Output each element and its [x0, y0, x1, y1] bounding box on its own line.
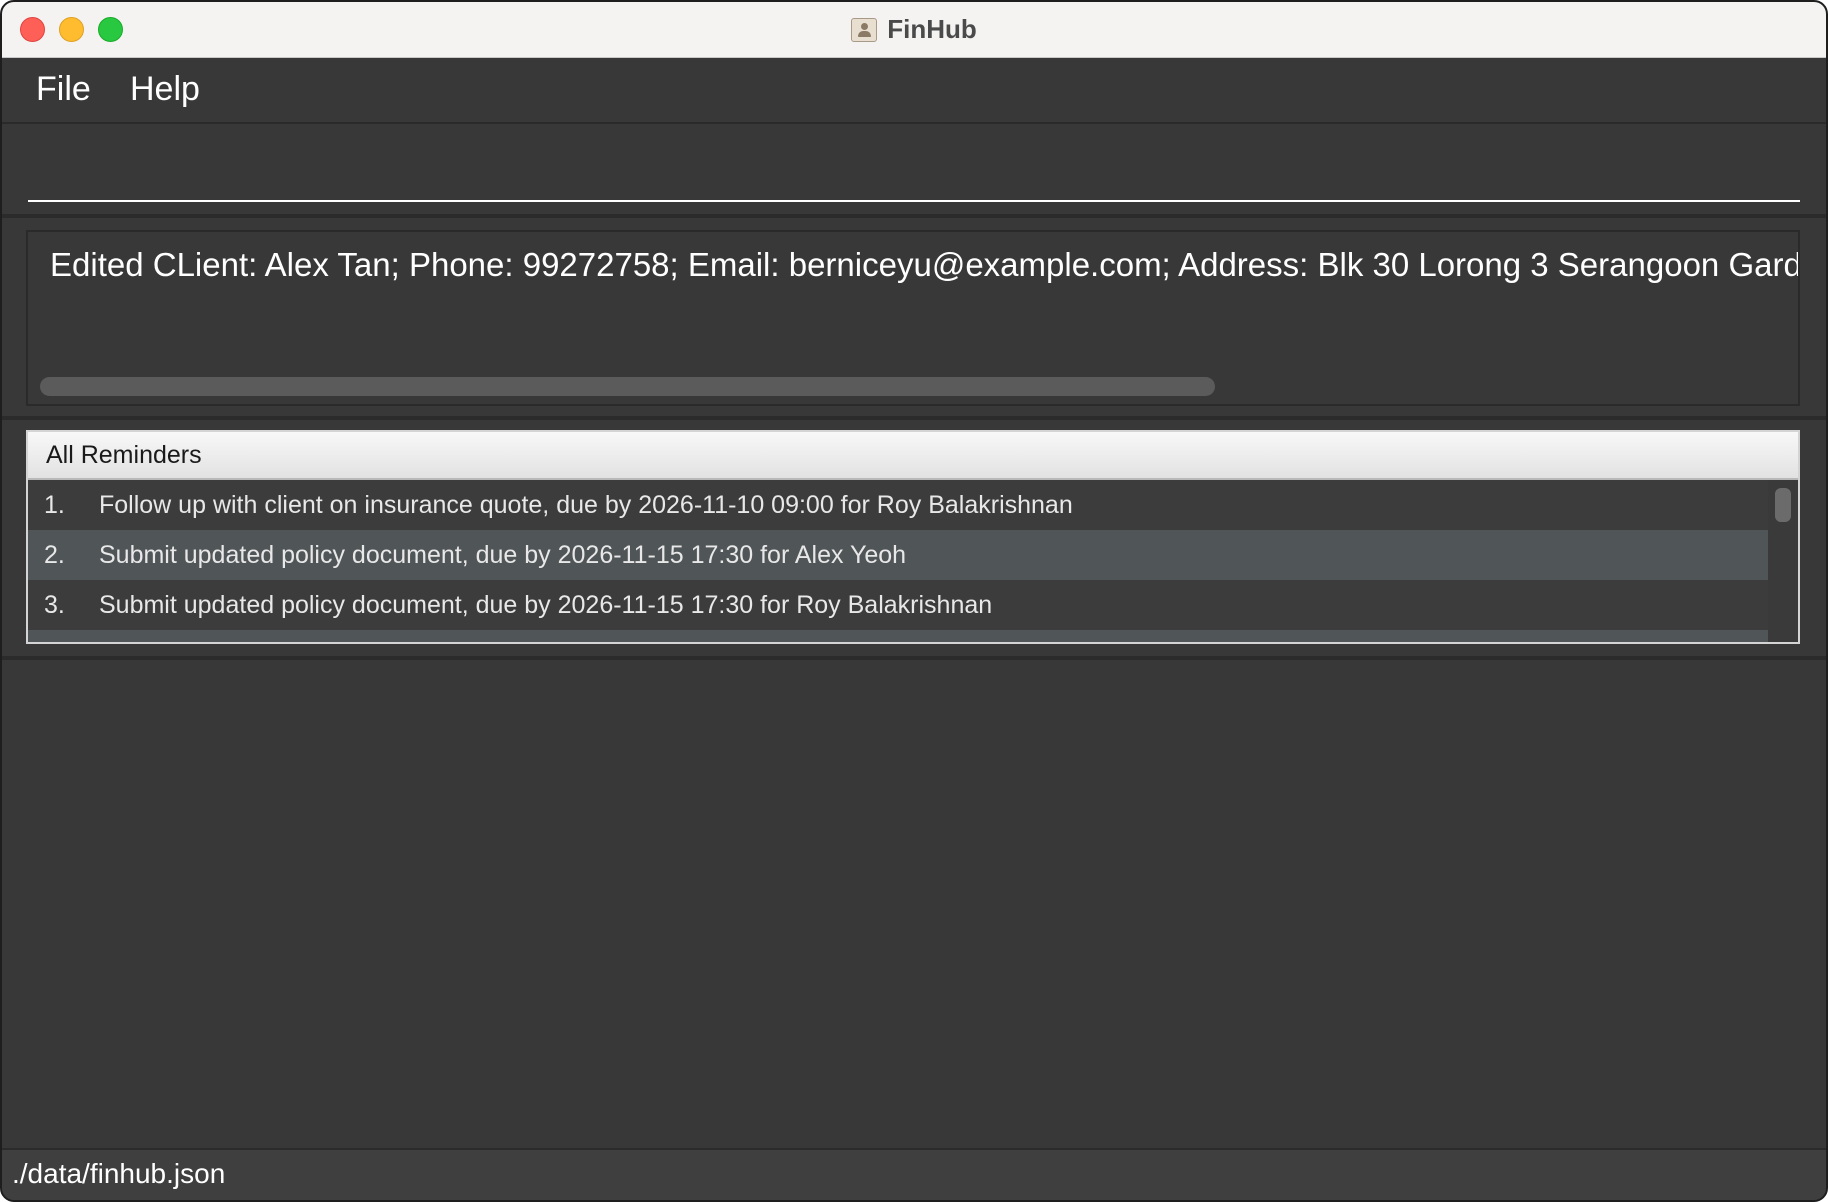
- reminder-item[interactable]: 3. Submit updated policy document, due b…: [28, 580, 1768, 630]
- reminder-index: 1.: [44, 490, 65, 519]
- command-box: [2, 124, 1826, 218]
- app-window: FinHub File Help Edited CLient: Alex Tan…: [0, 0, 1828, 1202]
- data-file-path: ./data/finhub.json: [12, 1158, 226, 1189]
- command-input[interactable]: [28, 144, 1800, 202]
- reminders-header[interactable]: All Reminders: [28, 432, 1798, 480]
- result-display: Edited CLient: Alex Tan; Phone: 99272758…: [26, 230, 1800, 406]
- divider: [2, 416, 1826, 420]
- title-container: FinHub: [2, 2, 1826, 57]
- reminder-text: Follow up with client on insurance quote…: [99, 490, 1073, 519]
- status-bar: ./data/finhub.json: [2, 1148, 1826, 1200]
- reminders-list: 1. Follow up with client on insurance qu…: [28, 480, 1768, 642]
- result-message: Edited CLient: Alex Tan; Phone: 99272758…: [50, 246, 1800, 283]
- reminder-item[interactable]: 2. Submit updated policy document, due b…: [28, 530, 1768, 580]
- reminder-index: 3.: [44, 590, 65, 619]
- reminder-text: Submit updated policy document, due by 2…: [99, 540, 907, 569]
- menu-file[interactable]: File: [36, 70, 91, 109]
- reminders-vertical-scrollbar[interactable]: [1768, 480, 1798, 642]
- divider: [2, 656, 1826, 660]
- menu-help[interactable]: Help: [130, 70, 200, 109]
- scrollbar-thumb[interactable]: [1775, 488, 1791, 522]
- result-horizontal-scrollbar[interactable]: [40, 377, 1215, 396]
- reminder-item-partial[interactable]: [28, 630, 1768, 642]
- reminder-item[interactable]: 1. Follow up with client on insurance qu…: [28, 480, 1768, 530]
- reminder-index: 2.: [44, 540, 65, 569]
- reminder-text: Submit updated policy document, due by 2…: [99, 590, 993, 619]
- window-title: FinHub: [887, 14, 977, 44]
- menu-bar: File Help: [2, 58, 1826, 124]
- title-bar: FinHub: [2, 2, 1826, 58]
- reminders-panel: All Reminders 1. Follow up with client o…: [26, 430, 1800, 644]
- app-icon: [851, 17, 878, 42]
